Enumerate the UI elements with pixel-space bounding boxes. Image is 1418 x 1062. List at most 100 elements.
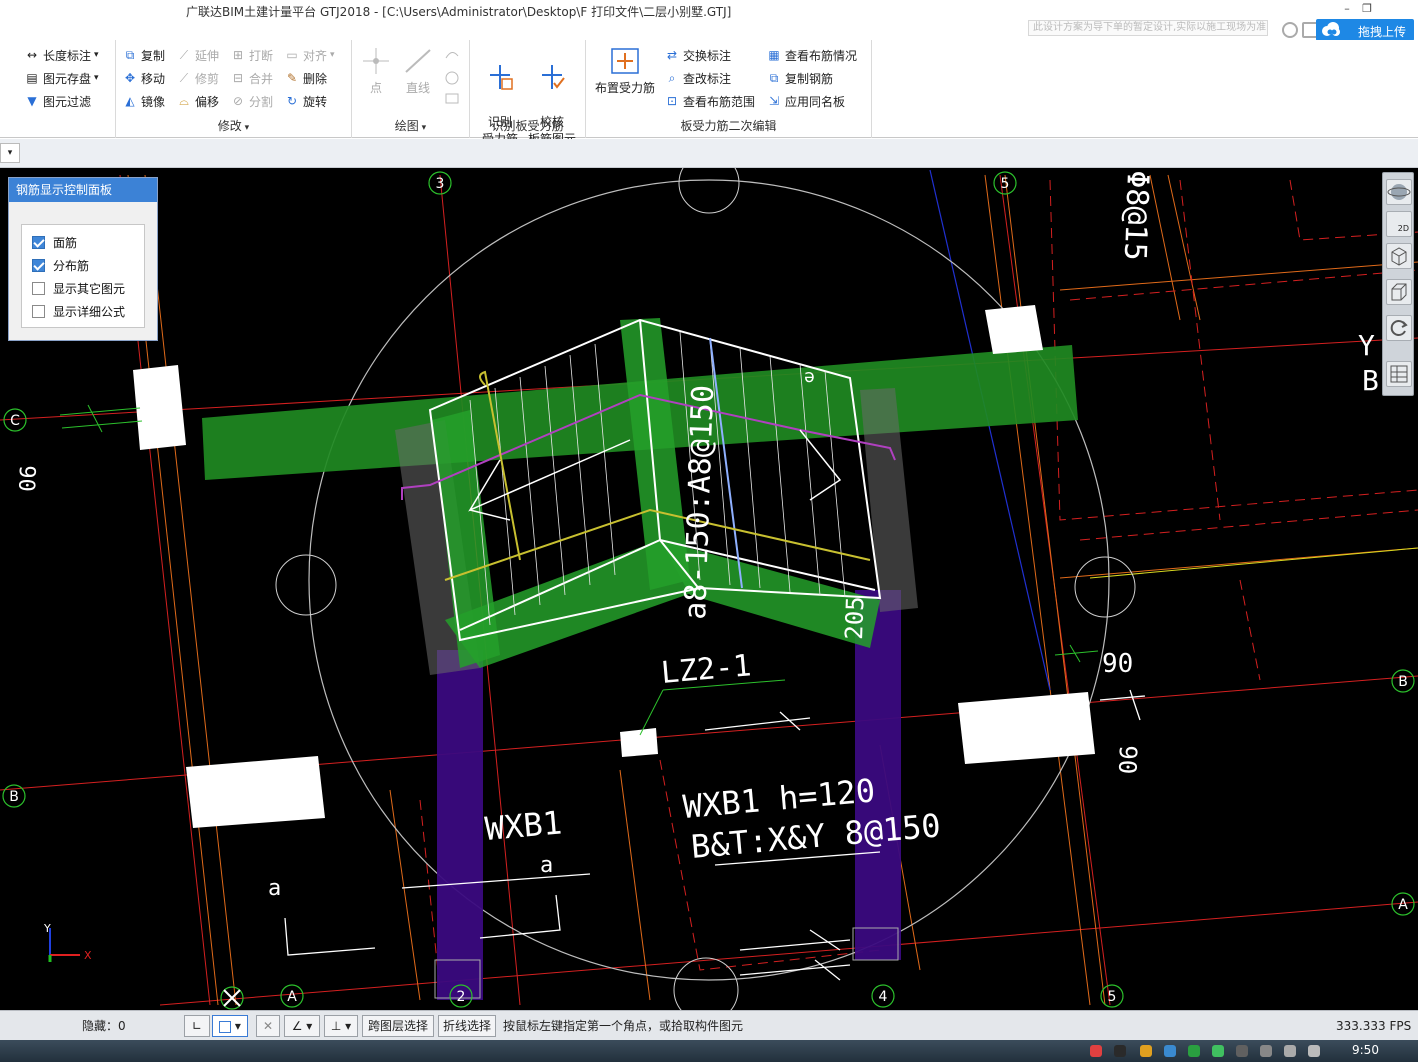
- draw-tools-icons[interactable]: [442, 46, 462, 106]
- filter-button[interactable]: ▼ 图元过滤: [24, 91, 91, 111]
- restore-button[interactable]: ❐: [1356, 2, 1378, 16]
- view-layout-icon: ▦: [768, 48, 780, 62]
- dynamic-observe-button[interactable]: [1386, 361, 1412, 387]
- dim-205: 205: [840, 596, 869, 640]
- upload-button[interactable]: 拖拽上传: [1316, 19, 1414, 41]
- title-bar: 广联达BIM土建计量平台 GTJ2018 - [C:\Users\Adminis…: [0, 0, 1418, 41]
- trim-button[interactable]: ⟋ 修剪: [176, 68, 219, 88]
- status-bar: 隐藏：0 ∟ ▾ ✕ ∠ ▾ ⊥ ▾ 跨图层选择 折线选择 按鼠标左键指定第一个…: [0, 1010, 1418, 1040]
- orbit-button[interactable]: [1386, 179, 1412, 205]
- line-button[interactable]: 直线: [388, 46, 448, 97]
- globe-icon: [1387, 184, 1411, 200]
- user-icon[interactable]: [1282, 22, 1298, 38]
- split-icon: ⊘: [232, 94, 244, 108]
- tray-icon-6[interactable]: [1212, 1045, 1224, 1057]
- merge-button[interactable]: ⊟ 合并: [230, 68, 273, 88]
- tray-icon-7[interactable]: [1236, 1045, 1248, 1057]
- break-button[interactable]: ⊞ 打断: [230, 45, 273, 65]
- line-icon: [405, 49, 431, 73]
- checkbox-top-rebar[interactable]: [32, 235, 45, 249]
- dim-toggle[interactable]: ⊥ ▾: [324, 1015, 358, 1037]
- extend-button[interactable]: ⟋ 延伸: [176, 45, 219, 65]
- drawing-canvas[interactable]: 3 5 C B A A B 2 4 5 a8-150:A8@150 90 90 …: [0, 168, 1418, 1010]
- tray-icon-1[interactable]: [1090, 1045, 1102, 1057]
- floor-dropdown[interactable]: ▾: [0, 143, 20, 163]
- view-box-button[interactable]: [1386, 279, 1412, 305]
- hidden-count: 隐藏：0: [82, 1019, 126, 1033]
- edit-annotation-button[interactable]: ⌕ 查改标注: [664, 68, 731, 88]
- rotate-view-button[interactable]: [1386, 315, 1412, 341]
- box-icon: [1391, 283, 1407, 301]
- cross-layer-select-button[interactable]: 跨图层选择: [362, 1015, 434, 1037]
- slab-label-left: WXB1: [483, 803, 563, 848]
- minimize-button[interactable]: –: [1336, 2, 1358, 16]
- checkbox-show-formula[interactable]: [32, 304, 45, 318]
- align-button[interactable]: ▭ 对齐 ▾: [284, 45, 334, 65]
- offset-button[interactable]: ⌓ 偏移: [176, 91, 219, 111]
- tray-icon-2[interactable]: [1114, 1045, 1126, 1057]
- option-show-other-elements[interactable]: 显示其它图元: [32, 279, 125, 297]
- view-layout-button[interactable]: ▦ 查看布筋情况: [766, 45, 857, 65]
- rotate-button[interactable]: ↻ 旋转: [284, 91, 327, 111]
- axis-label-a-bottom: A: [287, 989, 297, 1005]
- view-2d-button[interactable]: 2D: [1386, 211, 1412, 237]
- checkbox-distribution-rebar[interactable]: [32, 258, 45, 272]
- tray-icon-8[interactable]: [1260, 1045, 1272, 1057]
- cad-drawing[interactable]: 3 5 C B A A B 2 4 5 a8-150:A8@150 90 90 …: [0, 168, 1418, 1010]
- split-button[interactable]: ⊘ 分割: [230, 91, 273, 111]
- rebar-display-panel: 钢筋显示控制面板 面筋 分布筋 显示其它图元 显示详细公式: [8, 177, 158, 341]
- ribbon-group-common: ↔ 长度标注 ▾ ▤ 图元存盘 ▾ ▼ 图元过滤: [0, 40, 116, 138]
- draw-group-label[interactable]: 绘图: [352, 117, 469, 134]
- place-rebar-button[interactable]: 布置受力筋: [592, 46, 658, 97]
- grid-view-icon: [1390, 365, 1408, 383]
- panel-title[interactable]: 钢筋显示控制面板: [9, 178, 157, 202]
- extend-icon: ⟋: [179, 48, 189, 62]
- apply-same-button[interactable]: ⇲ 应用同名板: [766, 91, 845, 111]
- tray-icon-3[interactable]: [1140, 1045, 1152, 1057]
- axis-label-a-right: A: [1398, 897, 1408, 913]
- upload-label: 拖拽上传: [1358, 25, 1407, 39]
- dimension-button[interactable]: ↔ 长度标注 ▾: [24, 45, 99, 65]
- tray-icon-10[interactable]: [1308, 1045, 1320, 1057]
- ribbon-group-draw: 点 直线 绘图: [352, 40, 470, 138]
- taskbar: 9:50: [0, 1040, 1418, 1062]
- option-distribution-rebar[interactable]: 分布筋: [32, 256, 89, 274]
- ribbon-group-modify: ⧉ 复制 ✥ 移动 ◭ 镜像 ⟋ 延伸 ⟋ 修剪 ⌓ 偏移 ⊞ 打断 ⊟ 合并 ⊘ 分割 ▭ 对齐 ▾…: [116, 40, 352, 138]
- mirror-button[interactable]: ◭ 镜像: [122, 91, 165, 111]
- break-icon: ⊞: [232, 48, 244, 62]
- view-3d-button[interactable]: [1386, 243, 1412, 269]
- tray-icon-4[interactable]: [1164, 1045, 1176, 1057]
- snap-toggle[interactable]: ✕: [256, 1015, 280, 1037]
- modify-group-label[interactable]: 修改: [116, 117, 351, 134]
- tray-icon-9[interactable]: [1284, 1045, 1296, 1057]
- save-element-icon: ▤: [26, 71, 38, 85]
- copy-button[interactable]: ⧉ 复制: [122, 45, 165, 65]
- axis-label-b-left: B: [9, 789, 19, 805]
- cube-icon: [1391, 247, 1407, 266]
- move-button[interactable]: ✥ 移动: [122, 68, 165, 88]
- edit-annotation-icon: ⌕: [668, 71, 676, 85]
- option-top-rebar[interactable]: 面筋: [32, 233, 77, 251]
- tray-icon-5[interactable]: [1188, 1045, 1200, 1057]
- svg-text:ǝ: ǝ: [804, 366, 815, 387]
- save-element-button[interactable]: ▤ 图元存盘 ▾: [24, 68, 98, 88]
- notification-text: 此设计方案为导下单的暂定设计,实际以施工现场为准...: [1033, 22, 1267, 33]
- window-title: 广联达BIM土建计量平台 GTJ2018 - [C:\Users\Adminis…: [186, 5, 732, 19]
- column-left[interactable]: [437, 650, 483, 1000]
- ortho-toggle[interactable]: ∟: [184, 1015, 210, 1037]
- clock[interactable]: 9:50: [1352, 1043, 1379, 1057]
- view-range-button[interactable]: ⊡ 查看布筋范围: [664, 91, 755, 111]
- checkbox-show-other-elements[interactable]: [32, 281, 45, 295]
- option-show-formula[interactable]: 显示详细公式: [32, 302, 125, 320]
- notification-banner[interactable]: 此设计方案为导下单的暂定设计,实际以施工现场为准...: [1028, 20, 1268, 36]
- polyline-select-button[interactable]: 折线选择: [438, 1015, 496, 1037]
- dim-90-right: 90: [1102, 649, 1133, 679]
- select-mode-toggle[interactable]: ▾: [212, 1015, 248, 1037]
- delete-button[interactable]: ✎ 删除: [284, 68, 327, 88]
- axis-label-2: 2: [457, 989, 466, 1005]
- swap-annotation-button[interactable]: ⇄ 交换标注: [664, 45, 731, 65]
- ribbon-group-secondary-edit: 布置受力筋 ⇄ 交换标注 ⌕ 查改标注 ⊡ 查看布筋范围 ▦ 查看布筋情况 ⧉ 复制钢筋 …: [586, 40, 872, 138]
- apply-same-icon: ⇲: [768, 94, 780, 108]
- copy-rebar-button[interactable]: ⧉ 复制钢筋: [766, 68, 833, 88]
- angle-toggle[interactable]: ∠ ▾: [284, 1015, 320, 1037]
